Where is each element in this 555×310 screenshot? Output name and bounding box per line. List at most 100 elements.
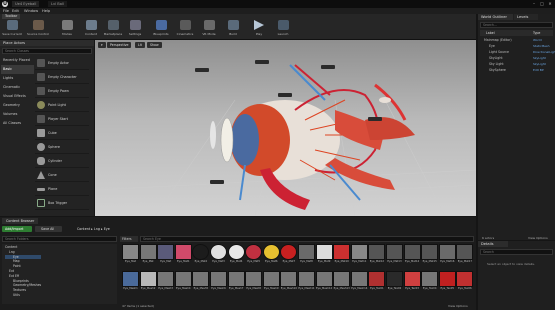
world-outliner-tab[interactable]: World Outliner — [478, 14, 513, 20]
asset-tile[interactable]: Eye_Mat6 — [262, 244, 280, 267]
category-all-classes[interactable]: All Classes — [1, 119, 34, 128]
actor-item[interactable]: Cone — [35, 168, 89, 182]
asset-tile[interactable]: Eye_Mesh11 — [298, 271, 315, 294]
asset-tile[interactable]: Eye_Mat — [122, 244, 139, 267]
asset-tile[interactable]: Eye_Mesh4 — [174, 271, 192, 294]
asset-tile[interactable]: Eye_Tex06 — [456, 271, 474, 294]
actor-item[interactable]: Empty Actor — [35, 56, 89, 70]
asset-tile[interactable]: Eye_Tex03 — [403, 271, 421, 294]
outliner-search-input[interactable]: Search... — [480, 22, 553, 28]
asset-tile[interactable]: Eye_Mesh12 — [315, 271, 333, 294]
marketplace-button[interactable]: Marketplace — [102, 20, 124, 39]
add-import-button[interactable]: Add/Import — [2, 226, 32, 232]
asset-tile[interactable]: Eye_Mesh8 — [245, 271, 263, 294]
actor-item[interactable]: Empty Character — [35, 70, 89, 84]
class-search-input[interactable]: Search Classes — [2, 48, 92, 54]
asset-tile[interactable]: Eye_Mesh2 — [139, 271, 157, 294]
asset-tile[interactable]: Eye_Mat11 — [350, 244, 368, 267]
asset-tile[interactable]: Eye_Mesh10 — [280, 271, 298, 294]
asset-tile[interactable]: Eye_Mesh14 — [350, 271, 368, 294]
asset-tile[interactable]: Eye_Mesh1 — [122, 271, 139, 294]
settings-button[interactable]: Settings — [124, 20, 146, 39]
asset-tile[interactable]: Eye_Mat1 — [174, 244, 192, 267]
asset-tile[interactable]: Eye_Tex04 — [421, 271, 439, 294]
outliner-view-options[interactable]: View Options — [528, 236, 548, 240]
actor-item[interactable]: Box Trigger — [35, 196, 89, 210]
source-control-button[interactable]: Source Control — [27, 20, 49, 39]
asset-tile[interactable]: Eye_Tex02 — [386, 271, 403, 294]
close-icon[interactable]: ✕ — [546, 1, 554, 6]
save-all-button[interactable]: Save All — [35, 226, 62, 232]
launch-button[interactable]: Launch — [272, 20, 294, 39]
actor-item[interactable]: Point Light — [35, 98, 89, 112]
level-tab[interactable]: Ue4 Eyeball — [12, 1, 40, 7]
asset-tile[interactable]: Eye_Mat16 — [438, 244, 456, 267]
folder-item[interactable]: Utils — [5, 293, 41, 298]
levels-tab[interactable]: Levels — [514, 14, 538, 20]
asset-tile[interactable]: Eye_Mat9 — [315, 244, 333, 267]
asset-search-input[interactable]: Search Eye — [140, 236, 474, 242]
asset-tile[interactable]: Eye_Mesh3 — [157, 271, 175, 294]
category-cinematic[interactable]: Cinematic — [1, 83, 34, 92]
breadcrumb-content[interactable]: Content — [77, 227, 90, 231]
vr-mode-button[interactable]: VR Mode — [198, 20, 220, 39]
perspective-button[interactable]: Perspective — [107, 42, 132, 48]
category-recently-placed[interactable]: Recently Placed — [1, 56, 34, 65]
label-column-header[interactable]: Label — [486, 30, 495, 36]
asset-tile[interactable]: Eye_Mesh6 — [210, 271, 227, 294]
level-viewport[interactable]: ▾ Perspective Lit Show — [95, 40, 476, 216]
play-button[interactable]: Play — [248, 20, 270, 39]
modes-button[interactable]: Modes — [56, 20, 78, 39]
breadcrumb-lng[interactable]: Lng — [94, 227, 100, 231]
blueprints-button[interactable]: Blueprints — [150, 20, 172, 39]
actor-item[interactable]: Plane — [35, 182, 89, 196]
minimize-icon[interactable]: – — [530, 1, 538, 6]
details-tab[interactable]: Details — [478, 241, 508, 247]
asset-tile[interactable]: Eye_Mesh9 — [262, 271, 280, 294]
place-actors-tab[interactable]: Place Actors — [0, 40, 94, 46]
actor-item[interactable]: Empty Pawn — [35, 84, 89, 98]
content-browser-tab[interactable]: Content Browser — [2, 218, 39, 224]
content-view-options[interactable]: View Options — [448, 304, 468, 308]
asset-tile[interactable]: Eye_Tex01 — [368, 271, 386, 294]
type-column-header[interactable]: Type — [533, 30, 540, 36]
asset-tile[interactable]: Eye_Mat14 — [403, 244, 421, 267]
asset-tile[interactable]: Eye_Mat10 — [333, 244, 351, 267]
category-geometry[interactable]: Geometry — [1, 101, 34, 110]
asset-tile[interactable]: Eye_Mat5 — [245, 244, 263, 267]
actor-item[interactable]: Cube — [35, 126, 89, 140]
asset-tile[interactable]: Eye_Mesh13 — [333, 271, 351, 294]
asset-tile[interactable]: Eye_Mat8 — [298, 244, 315, 267]
maximize-icon[interactable]: □ — [538, 1, 546, 6]
content-button[interactable]: Content — [80, 20, 102, 39]
level-tab-2[interactable]: Lvl Ball — [48, 1, 67, 7]
build-button[interactable]: Build — [222, 20, 244, 39]
asset-tile[interactable]: Eye_Tex05 — [438, 271, 456, 294]
actor-item[interactable]: Player Start — [35, 112, 89, 126]
asset-tile[interactable]: Eye_Mat2 — [192, 244, 210, 267]
filters-button[interactable]: Filters — [120, 236, 138, 242]
show-flags-button[interactable]: Show — [147, 42, 162, 48]
viewport-options-button[interactable]: ▾ — [98, 42, 106, 48]
asset-tile[interactable]: Eye_Mat7 — [280, 244, 298, 267]
save-current-button[interactable]: Save Current — [1, 20, 23, 39]
actor-item[interactable]: Cylinder — [35, 154, 89, 168]
asset-tile[interactable]: Eye_Mat12 — [368, 244, 386, 267]
category-volumes[interactable]: Volumes — [1, 110, 34, 119]
toolbar-tab[interactable]: Toolbar — [2, 14, 21, 19]
asset-tile[interactable]: Eye_Mat15 — [421, 244, 439, 267]
breadcrumb-eye[interactable]: Eye — [104, 227, 110, 231]
asset-tile[interactable]: Eye_Mat — [157, 244, 175, 267]
category-basic[interactable]: Basic — [1, 65, 34, 74]
folder-search-input[interactable]: Search Folders — [2, 236, 117, 242]
category-visual-effects[interactable]: Visual Effects — [1, 92, 34, 101]
asset-tile[interactable]: Eye_Mat3 — [210, 244, 227, 267]
lit-mode-button[interactable]: Lit — [135, 42, 145, 48]
actor-item[interactable]: Sphere — [35, 140, 89, 154]
asset-tile[interactable]: Eye_Mat17 — [456, 244, 474, 267]
asset-tile[interactable]: Eye_Mat — [139, 244, 157, 267]
details-search-input[interactable]: Search — [480, 249, 553, 255]
cinematics-button[interactable]: Cinematics — [174, 20, 196, 39]
asset-tile[interactable]: Eye_Mat4 — [227, 244, 245, 267]
asset-tile[interactable]: Eye_Mat13 — [386, 244, 403, 267]
